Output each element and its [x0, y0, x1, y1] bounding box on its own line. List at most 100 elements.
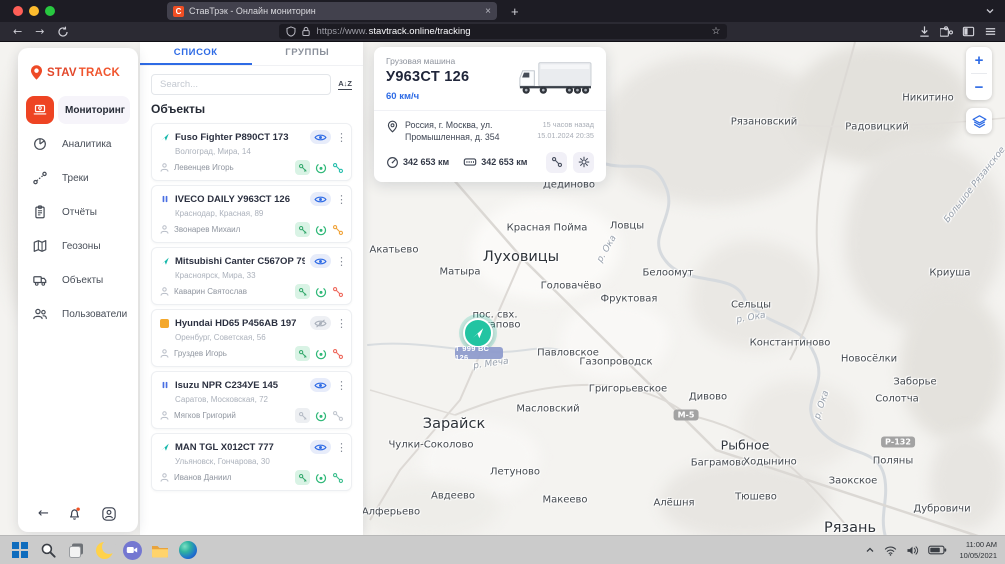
back-nav-button[interactable]: ←	[13, 26, 22, 37]
visibility-toggle[interactable]	[310, 192, 331, 206]
visibility-toggle[interactable]	[310, 440, 331, 454]
account-button[interactable]	[100, 505, 118, 523]
sidebar-item-analytics[interactable]: Аналитика	[26, 130, 130, 158]
odometer-stat: 342 653 км	[386, 156, 449, 169]
browser-tab[interactable]: С СтавТрэк - Онлайн мониторин ×	[167, 2, 497, 20]
wifi-icon[interactable]	[884, 545, 897, 556]
map-label: Павловское	[537, 348, 599, 359]
browser-toolbar: ← → https://www. stavtrack.online/tracki…	[0, 22, 1005, 42]
sidebar-item-geozones[interactable]: Геозоны	[26, 232, 130, 260]
volume-icon[interactable]	[906, 545, 919, 556]
visibility-toggle[interactable]	[310, 378, 331, 392]
vehicle-card[interactable]: IVECO DAILY У963СТ 126 ⋮ Краснодар, Крас…	[151, 185, 352, 243]
url-bar[interactable]: https://www. stavtrack.online/tracking ☆	[279, 24, 727, 39]
card-menu-button[interactable]: ⋮	[336, 318, 344, 329]
visibility-toggle[interactable]	[310, 254, 331, 268]
vehicle-address: Ульяновск, Гончарова, 30	[175, 457, 344, 466]
logo-text: TRACK	[79, 67, 120, 79]
vehicle-name: Isuzu NPR С234УЕ 145	[175, 380, 305, 391]
visibility-toggle[interactable]	[310, 130, 331, 144]
sort-az-button[interactable]: A↓Z	[338, 79, 352, 90]
driver-icon	[159, 286, 170, 297]
tray-chevron-icon[interactable]	[865, 545, 875, 555]
visibility-toggle[interactable]	[310, 316, 331, 330]
reload-button[interactable]	[57, 26, 69, 38]
status-moving-icon	[159, 256, 170, 267]
status-paused-icon	[159, 380, 170, 391]
card-menu-button[interactable]: ⋮	[336, 380, 344, 391]
map-label: Поляны	[873, 456, 913, 467]
vehicle-address: Красноярск, Мира, 33	[175, 271, 344, 280]
sidebar-item-users[interactable]: Пользователи	[26, 300, 130, 328]
tab-groups[interactable]: ГРУППЫ	[252, 42, 364, 65]
tab-list-chevron-icon[interactable]	[985, 6, 995, 16]
start-button[interactable]	[8, 538, 32, 562]
back-button[interactable]: ←	[38, 506, 49, 521]
shield-icon[interactable]	[286, 26, 296, 37]
notifications-button[interactable]	[65, 504, 84, 523]
connection-indicator	[331, 471, 344, 484]
vehicle-card[interactable]: MAN TGL Х012СТ 777 ⋮ Ульяновск, Гончаров…	[151, 433, 352, 491]
bookmark-star-icon[interactable]: ☆	[711, 26, 720, 37]
forward-nav-button[interactable]: →	[35, 26, 44, 37]
connection-indicator	[331, 223, 344, 236]
ignition-indicator	[314, 409, 327, 422]
url-text: stavtrack.online/tracking	[369, 26, 471, 37]
tab-close-button[interactable]: ×	[485, 6, 491, 17]
layers-button[interactable]	[966, 108, 992, 134]
card-menu-button[interactable]: ⋮	[336, 194, 344, 205]
sidebar-item-tracks[interactable]: Треки	[26, 164, 130, 192]
tab-list[interactable]: СПИСОК	[140, 42, 252, 65]
new-tab-button[interactable]: +	[511, 4, 519, 19]
app-icon-moon[interactable]	[92, 538, 116, 562]
vehicle-card[interactable]: Fuso Fighter P890CT 173 ⋮ Волгоград, Мир…	[151, 123, 352, 181]
window-maximize-button[interactable]	[45, 6, 55, 16]
map-label: Алферьево	[362, 507, 420, 518]
key-indicator	[295, 284, 310, 299]
objects-icon	[26, 266, 54, 294]
map-label: Большое Рязанское	[942, 145, 1005, 225]
road-badge: М-5	[674, 410, 699, 421]
logo-pin-icon	[28, 64, 45, 81]
map-label: Солотча	[875, 394, 918, 405]
taskbar-search-button[interactable]	[36, 538, 60, 562]
map-label: Константиново	[750, 338, 831, 349]
file-explorer-button[interactable]	[148, 538, 172, 562]
search-input[interactable]	[151, 74, 331, 95]
window-close-button[interactable]	[13, 6, 23, 16]
route-button[interactable]	[546, 152, 567, 173]
sidebar-item-objects[interactable]: Объекты	[26, 266, 130, 294]
sidebar-item-monitoring[interactable]: Мониторинг	[26, 96, 130, 124]
reports-icon	[26, 198, 54, 226]
browser-tabbar: С СтавТрэк - Онлайн мониторин × +	[0, 0, 1005, 22]
chat-app-button[interactable]	[120, 538, 144, 562]
zoom-in-button[interactable]: +	[966, 47, 992, 73]
map-label: Летуново	[490, 467, 540, 478]
battery-icon[interactable]	[928, 545, 947, 555]
vehicle-name: Fuso Fighter P890CT 173	[175, 132, 305, 143]
lock-icon	[301, 26, 311, 37]
vehicle-card[interactable]: Hyundai HD65 Р456АВ 197 ⋮ Оренбург, Сове…	[151, 309, 352, 367]
vehicle-popup: Грузовая машина У963СТ 126 60 км/ч Росси…	[374, 47, 606, 182]
zoom-out-button[interactable]: −	[966, 74, 992, 100]
task-view-button[interactable]	[64, 538, 88, 562]
geozones-icon	[26, 232, 54, 260]
location-pin-icon	[386, 119, 399, 144]
card-menu-button[interactable]: ⋮	[336, 256, 344, 267]
card-menu-button[interactable]: ⋮	[336, 442, 344, 453]
layers-icon	[971, 113, 988, 130]
sidebar-toggle-icon[interactable]	[962, 25, 975, 38]
map-label: Головачёво	[541, 281, 602, 292]
vehicle-card[interactable]: Mitsubishi Canter С567ОР 790 ⋮ Красноярс…	[151, 247, 352, 305]
extensions-icon[interactable]	[940, 25, 953, 38]
downloads-icon[interactable]	[918, 25, 931, 38]
window-minimize-button[interactable]	[29, 6, 39, 16]
menu-icon[interactable]	[984, 25, 997, 38]
clock[interactable]: 11:00 AM 10/05/2021	[959, 539, 997, 562]
settings-button[interactable]	[573, 152, 594, 173]
vehicle-card[interactable]: Isuzu NPR С234УЕ 145 ⋮ Саратов, Московск…	[151, 371, 352, 429]
sidebar: STAV TRACK Мониторинг Аналитика Треки От…	[18, 48, 138, 532]
edge-browser-button[interactable]	[176, 538, 200, 562]
card-menu-button[interactable]: ⋮	[336, 132, 344, 143]
sidebar-item-reports[interactable]: Отчёты	[26, 198, 130, 226]
